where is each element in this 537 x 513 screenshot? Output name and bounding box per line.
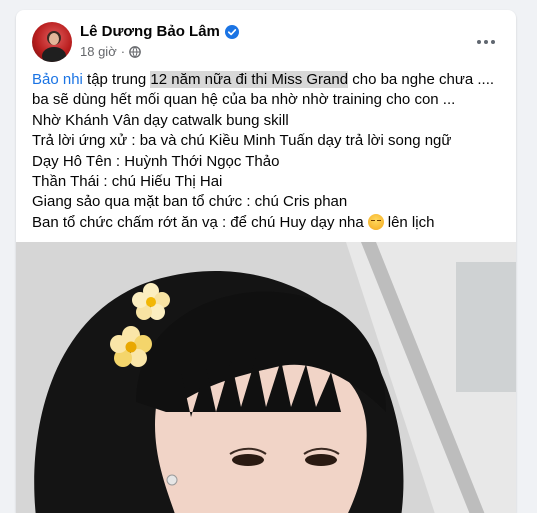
post-line-1: Bảo nhi tập trung 12 năm nữa đi thi Miss… (32, 70, 504, 90)
more-options-button[interactable] (468, 28, 504, 56)
author-row: Lê Dương Bảo Lâm (80, 23, 239, 40)
post-line-5: Dạy Hô Tên : Huỳnh Thới Ngọc Thảo (32, 152, 280, 170)
post-line-6: Thần Thái : chú Hiếu Thị Hai (32, 173, 223, 191)
author-avatar[interactable] (32, 22, 72, 62)
post-meta: 18 giờ · (80, 44, 141, 59)
more-horizontal-icon (477, 40, 481, 44)
meta-separator: · (120, 44, 126, 59)
highlighted-text: 12 năm nữa đi thi Miss Grand (150, 71, 349, 88)
post-text-segment: Ban tổ chức chấm rớt ăn vạ : để chú Huy … (32, 213, 364, 231)
verified-badge-icon (224, 24, 239, 39)
avatar-photo (42, 31, 66, 62)
post-line-8: Ban tổ chức chấm rớt ăn vạ : để chú Huy … (32, 213, 504, 233)
post-card: Lê Dương Bảo Lâm 18 giờ · Bảo nhi tập tr… (16, 10, 516, 513)
more-dot (484, 40, 488, 44)
post-text-segment: lên lịch (387, 213, 435, 231)
post-line-3: Nhờ Khánh Vân dạy catwalk bung skill (32, 111, 289, 129)
child-photo-illustration (16, 242, 516, 513)
post-line-2: ba sẽ dùng hết mối quan hệ của ba nhờ nh… (32, 91, 456, 109)
post-text-segment: tập trung (82, 71, 151, 88)
post-line-4: Trả lời ứng xử : ba và chú Kiều Minh Tuấ… (32, 132, 452, 150)
smirk-emoji-icon (367, 213, 384, 230)
post-photo[interactable] (16, 242, 516, 513)
mention-link[interactable]: Bảo nhi (32, 71, 83, 88)
author-name[interactable]: Lê Dương Bảo Lâm (80, 23, 220, 40)
globe-icon[interactable] (129, 45, 141, 58)
post-timestamp[interactable]: 18 giờ (80, 44, 117, 59)
post-text: Bảo nhi tập trung 12 năm nữa đi thi Miss… (32, 70, 504, 233)
post-line-7: Giang sảo qua mặt ban tổ chức : chú Cris… (32, 193, 348, 211)
post-text-segment: cho ba nghe chưa .... (348, 71, 495, 88)
more-dot (491, 40, 495, 44)
